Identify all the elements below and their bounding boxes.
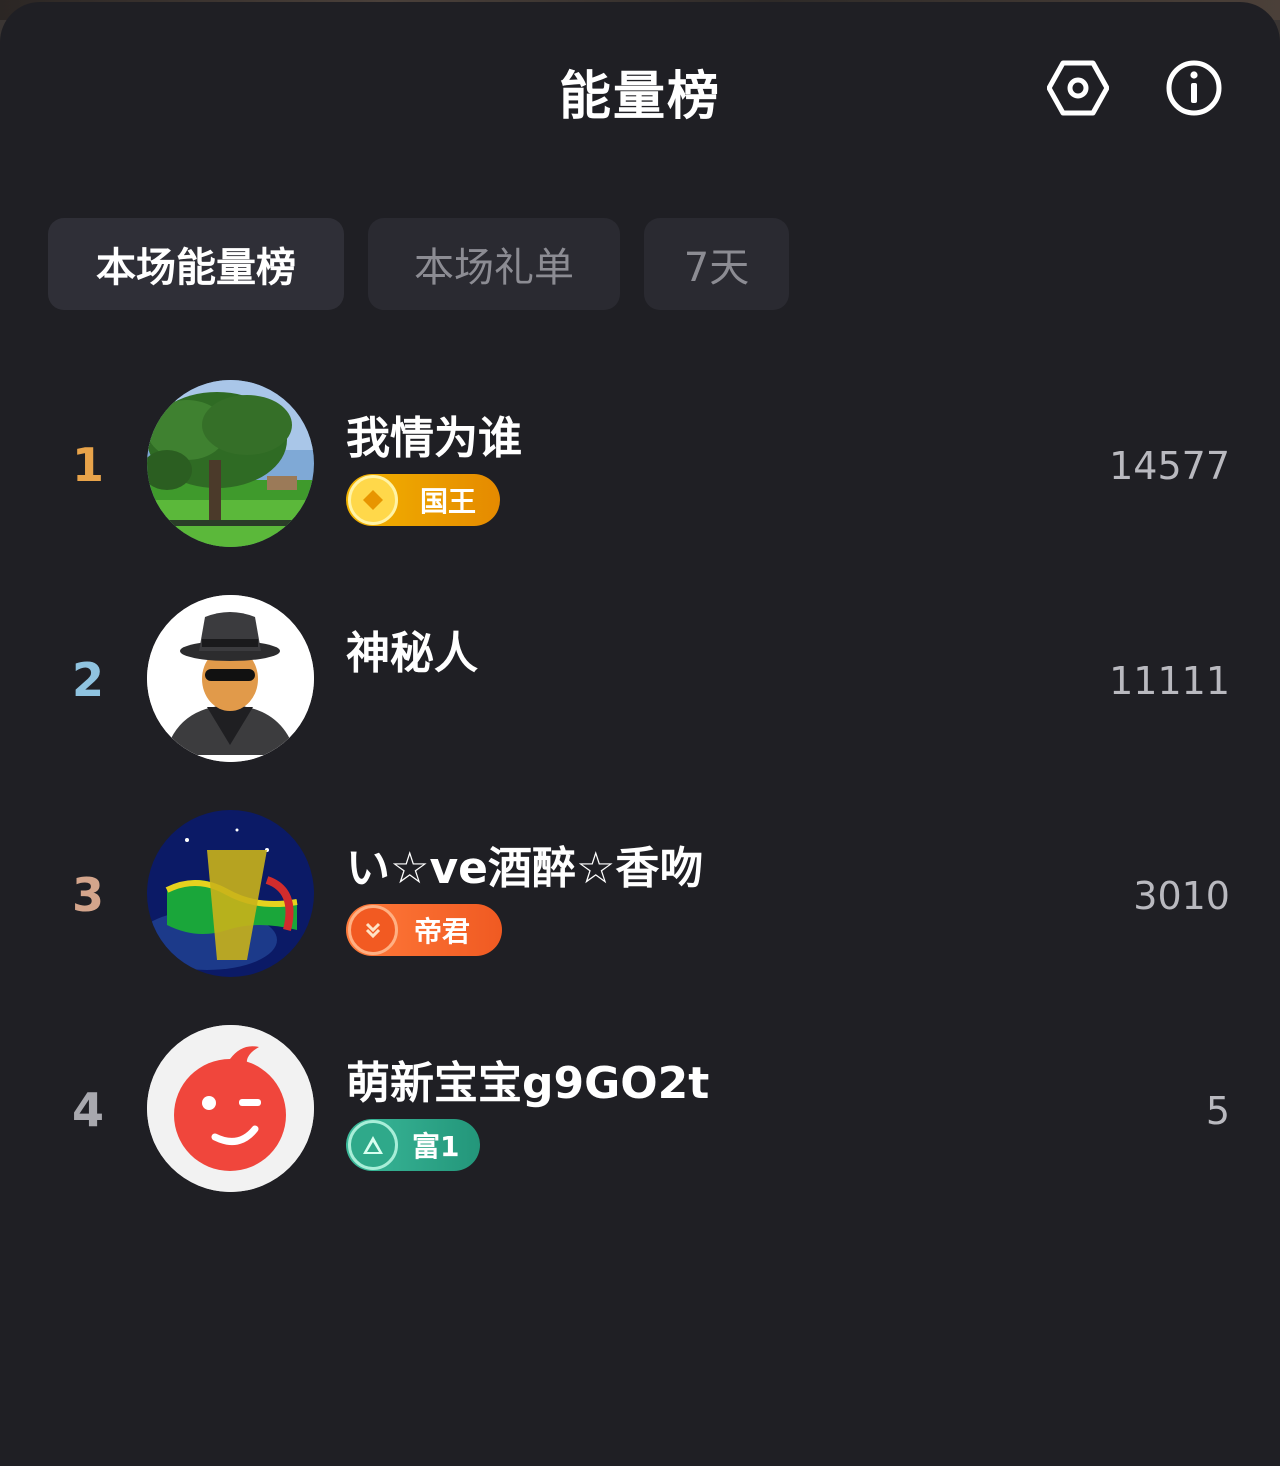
tab-energy-board[interactable]: 本场能量榜 (48, 218, 344, 310)
user-name: 萌新宝宝g9GO2t (346, 1058, 710, 1109)
tab-gift-list[interactable]: 本场礼单 (368, 218, 620, 310)
score-value: 3010 (1133, 874, 1230, 918)
triangle-icon (348, 1120, 398, 1170)
avatar[interactable] (147, 810, 314, 977)
list-item[interactable]: 3 い☆ve酒醉☆香吻 帝君 3010 (0, 810, 1280, 980)
rank-number: 1 (71, 438, 104, 492)
user-name: い☆ve酒醉☆香吻 (346, 843, 704, 894)
user-name: 我情为谁 (346, 413, 522, 464)
leaderboard-panel: 能量榜 本场能量榜 本场礼单 7天 1 我情为谁 国王 14577 2 神秘人 … (0, 2, 1280, 1466)
avatar[interactable] (147, 595, 314, 762)
avatar[interactable] (147, 380, 314, 547)
rank-number: 2 (71, 653, 104, 707)
status-badge: 富1 (346, 1119, 480, 1171)
list-item[interactable]: 1 我情为谁 国王 14577 (0, 380, 1280, 550)
list-item[interactable]: 4 萌新宝宝g9GO2t 富1 5 (0, 1025, 1280, 1195)
avatar[interactable] (147, 1025, 314, 1192)
info-icon[interactable] (1162, 56, 1226, 120)
status-badge: 帝君 (346, 904, 502, 956)
score-value: 11111 (1109, 659, 1230, 703)
diamond-icon (348, 475, 398, 525)
rank-number: 4 (71, 1083, 104, 1137)
score-value: 14577 (1109, 444, 1230, 488)
rank-number: 3 (71, 868, 104, 922)
list-item[interactable]: 2 神秘人 11111 (0, 595, 1280, 765)
status-badge: 国王 (346, 474, 500, 526)
user-name: 神秘人 (346, 628, 478, 679)
score-value: 5 (1205, 1089, 1230, 1133)
tab-7-days[interactable]: 7天 (644, 218, 789, 310)
chevron-down-icon (348, 905, 398, 955)
hexagon-settings-icon[interactable] (1046, 56, 1110, 120)
